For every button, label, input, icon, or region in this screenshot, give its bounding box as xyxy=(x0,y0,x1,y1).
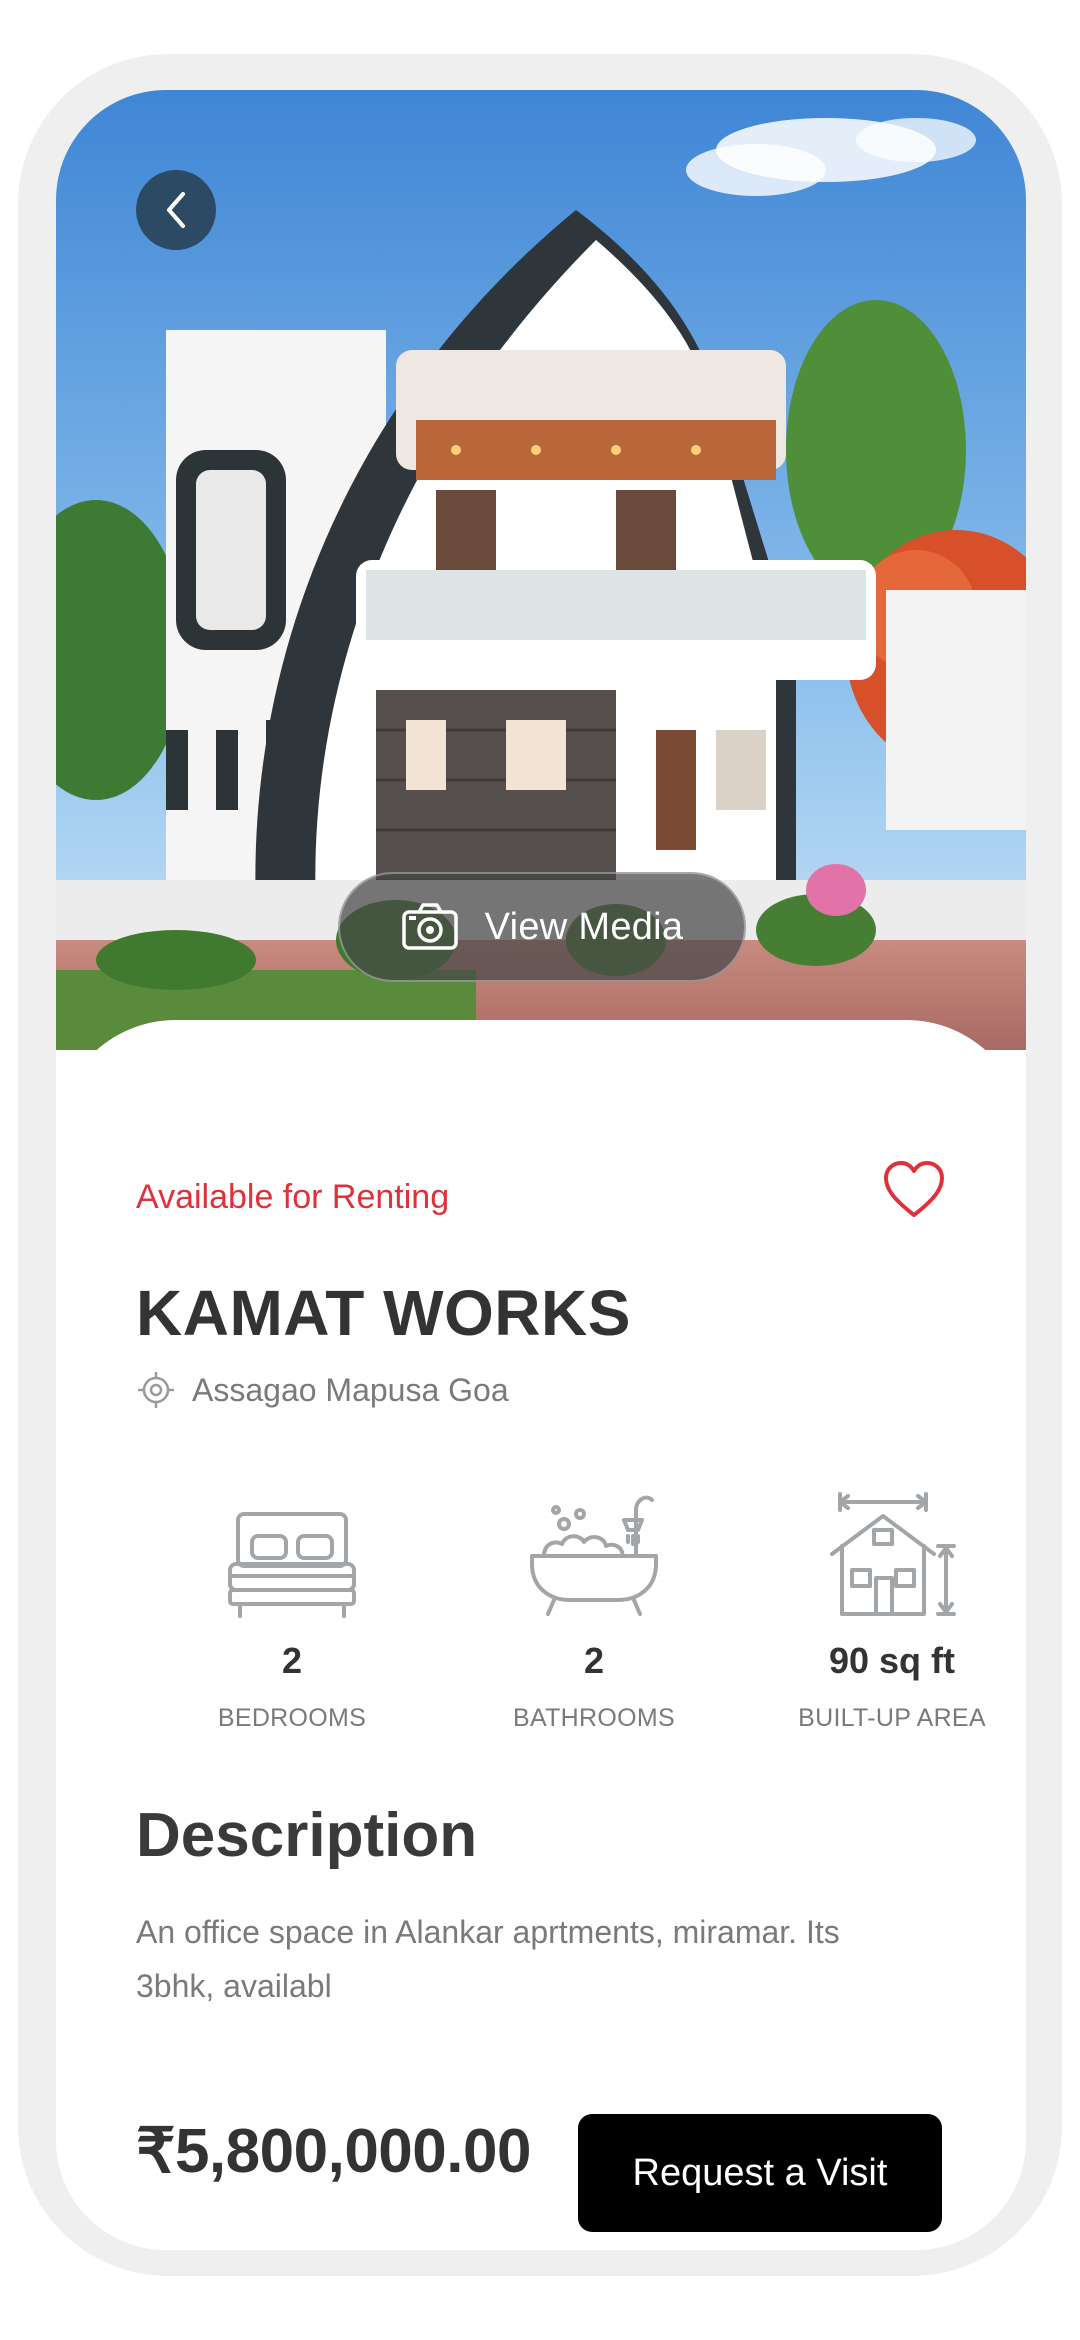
view-media-label: View Media xyxy=(484,905,684,948)
bedrooms-value: 2 xyxy=(281,1640,303,1681)
bathtub-icon xyxy=(530,1495,658,1616)
price: ₹5,800,000.00 xyxy=(136,2117,531,2186)
back-button[interactable] xyxy=(136,170,216,250)
feature-built-up-area: 90 sq ft BUILT-UP AREA xyxy=(732,1480,1026,1733)
bathrooms-value: 2 xyxy=(583,1640,605,1681)
location-row: Assagao Mapusa Goa xyxy=(136,1370,509,1410)
details-card: Available for Renting KAMAT WORKS Assaga… xyxy=(56,1020,1026,2250)
heart-icon[interactable] xyxy=(882,1160,946,1220)
camera-icon xyxy=(401,903,458,950)
property-detail-screen: View Media Available for Renting KAMAT W… xyxy=(56,90,1026,2250)
description-text: An office space in Alankar aprtments, mi… xyxy=(136,1914,840,2004)
bedrooms-label: BEDROOMS xyxy=(217,1704,367,1732)
feature-bathrooms: 2 BATHROOMS xyxy=(434,1480,754,1733)
feature-list: 2 BEDROOMS 2 BATHROOMS 90 sq ft BUILT-UP… xyxy=(56,1480,1026,1740)
built-up-area-label: BUILT-UP AREA xyxy=(798,1704,986,1732)
request-visit-button[interactable]: Request a Visit xyxy=(578,2114,942,2232)
chevron-left-icon xyxy=(167,192,185,228)
location-target-icon xyxy=(138,1372,174,1408)
bed-icon xyxy=(228,1512,356,1618)
built-up-area-value: 90 sq ft xyxy=(828,1640,956,1681)
house-area-icon xyxy=(830,1492,956,1616)
description-heading: Description xyxy=(136,1801,478,1870)
bathrooms-label: BATHROOMS xyxy=(513,1704,675,1732)
location-text: Assagao Mapusa Goa xyxy=(192,1371,509,1408)
availability-status: Available for Renting xyxy=(136,1178,450,1216)
feature-bedrooms: 2 BEDROOMS xyxy=(132,1480,452,1733)
view-media-button[interactable]: View Media xyxy=(338,872,746,982)
property-title: KAMAT WORKS xyxy=(136,1277,631,1349)
